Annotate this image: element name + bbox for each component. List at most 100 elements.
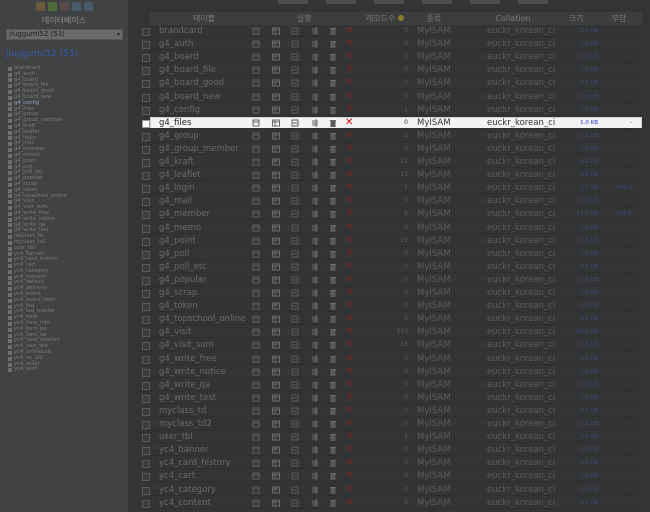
empty-icon[interactable] — [329, 394, 337, 402]
drop-icon[interactable]: ✕ — [345, 261, 353, 271]
tab-search[interactable] — [374, 0, 404, 4]
table-row[interactable]: yc4_category ✕ 0 MyISAM euckr_korean_ci 1.0 K… — [128, 484, 650, 496]
table-icon[interactable] — [8, 327, 12, 332]
empty-icon[interactable] — [329, 407, 337, 415]
row-checkbox[interactable] — [142, 329, 150, 338]
table-row[interactable]: yc4_content ✕ 5 MyISAM euckr_korean_ci 2.1 KB… — [128, 497, 650, 509]
structure-icon[interactable] — [272, 66, 280, 74]
table-icon[interactable] — [8, 275, 12, 280]
drop-icon[interactable]: ✕ — [345, 222, 353, 232]
search-icon[interactable] — [291, 289, 299, 297]
search-icon[interactable] — [291, 106, 299, 114]
structure-icon[interactable] — [272, 197, 280, 205]
table-icon[interactable] — [8, 78, 12, 83]
empty-icon[interactable] — [329, 66, 337, 75]
structure-icon[interactable] — [272, 237, 280, 245]
table-icon[interactable] — [8, 211, 12, 216]
row-checkbox[interactable] — [142, 303, 150, 312]
table-icon[interactable] — [8, 101, 12, 106]
table-icon[interactable] — [8, 368, 12, 373]
docs-icon[interactable] — [71, 2, 81, 11]
row-checkbox[interactable] — [142, 54, 150, 63]
structure-icon[interactable] — [272, 40, 280, 48]
search-icon[interactable] — [291, 145, 299, 153]
row-checkbox[interactable] — [142, 185, 150, 194]
row-checkbox[interactable] — [142, 237, 150, 246]
row-checkbox[interactable] — [142, 28, 150, 36]
structure-icon[interactable] — [272, 158, 280, 166]
drop-icon[interactable]: ✕ — [345, 130, 353, 140]
browse-icon[interactable] — [252, 250, 260, 258]
empty-icon[interactable] — [329, 302, 337, 311]
drop-icon[interactable]: ✕ — [345, 143, 353, 153]
row-checkbox[interactable] — [142, 368, 150, 377]
empty-icon[interactable] — [329, 341, 337, 350]
browse-icon[interactable] — [252, 420, 260, 428]
row-checkbox[interactable] — [142, 342, 150, 351]
browse-icon[interactable] — [252, 79, 260, 87]
insert-icon[interactable] — [311, 367, 319, 376]
table-icon[interactable] — [8, 107, 12, 112]
insert-icon[interactable] — [311, 302, 319, 311]
table-icon[interactable] — [8, 310, 12, 315]
table-row[interactable]: user_tbl ✕ 4 MyISAM euckr_korean_ci 2.1 KB - — [128, 431, 650, 444]
table-icon[interactable] — [8, 223, 12, 228]
drop-icon[interactable]: ✕ — [345, 484, 353, 494]
table-icon[interactable] — [8, 229, 12, 234]
row-checkbox[interactable] — [142, 381, 150, 390]
insert-icon[interactable] — [311, 53, 319, 62]
table-icon[interactable] — [8, 136, 12, 141]
table-row[interactable]: g4_poll_etc ✕ 0 MyISAM euckr_korean_ci 1.0 KB… — [128, 261, 650, 273]
empty-icon[interactable] — [329, 486, 337, 494]
empty-icon[interactable] — [329, 472, 337, 481]
insert-icon[interactable] — [311, 406, 319, 415]
search-icon[interactable] — [291, 420, 299, 428]
insert-icon[interactable] — [311, 433, 319, 442]
structure-icon[interactable] — [272, 486, 280, 494]
drop-icon[interactable]: ✕ — [345, 379, 353, 389]
browse-icon[interactable] — [252, 158, 260, 166]
table-row[interactable]: myclass_td2 ✕ 0 MyISAM euckr_korean_ci 2.1 KB… — [128, 418, 650, 430]
browse-icon[interactable] — [252, 106, 260, 114]
table-icon[interactable] — [8, 304, 12, 309]
table-icon[interactable] — [8, 171, 12, 176]
row-checkbox[interactable] — [142, 316, 150, 325]
row-checkbox[interactable] — [142, 460, 150, 469]
table-row[interactable]: g4_board_new ✕ 0 MyISAM euckr_korean_ci 1.0 K… — [128, 91, 650, 103]
structure-icon[interactable] — [272, 119, 280, 127]
browse-icon[interactable] — [252, 197, 260, 205]
structure-icon[interactable] — [272, 224, 280, 232]
table-icon[interactable] — [8, 200, 12, 205]
table-row[interactable]: g4_group ✕ 1 MyISAM euckr_korean_ci 2.1 KB - — [128, 130, 650, 142]
drop-icon[interactable]: ✕ — [345, 117, 353, 127]
search-icon[interactable] — [291, 355, 299, 363]
table-icon[interactable] — [8, 345, 12, 350]
browse-icon[interactable] — [252, 472, 260, 480]
table-icon[interactable] — [8, 217, 12, 222]
insert-icon[interactable] — [311, 27, 319, 35]
table-icon[interactable] — [8, 281, 12, 286]
table-icon[interactable] — [8, 159, 12, 164]
browse-icon[interactable] — [252, 66, 260, 74]
table-icon[interactable] — [8, 130, 12, 135]
drop-icon[interactable]: ✕ — [345, 26, 353, 36]
search-icon[interactable] — [291, 27, 299, 35]
table-icon[interactable] — [8, 235, 12, 239]
browse-icon[interactable] — [252, 446, 260, 454]
insert-icon[interactable] — [311, 144, 319, 153]
structure-icon[interactable] — [272, 407, 280, 415]
browse-icon[interactable] — [252, 459, 260, 467]
tab-export[interactable] — [470, 0, 500, 4]
table-row[interactable]: g4_config ✕ 1 MyISAM euckr_korean_ci 2.3 KB - — [128, 104, 650, 116]
table-row[interactable]: g4_board ✕ 1 MyISAM euckr_korean_ci 2.1 KB - — [128, 51, 650, 64]
table-icon[interactable] — [8, 194, 12, 199]
empty-icon[interactable] — [329, 27, 337, 35]
browse-icon[interactable] — [252, 93, 260, 101]
col-header-overhead[interactable]: 부담 — [604, 12, 634, 25]
row-checkbox[interactable] — [142, 145, 150, 154]
exit-icon[interactable] — [47, 2, 57, 11]
search-icon[interactable] — [291, 53, 299, 61]
insert-icon[interactable] — [311, 393, 319, 402]
browse-icon[interactable] — [252, 433, 260, 441]
empty-icon[interactable] — [329, 197, 337, 206]
